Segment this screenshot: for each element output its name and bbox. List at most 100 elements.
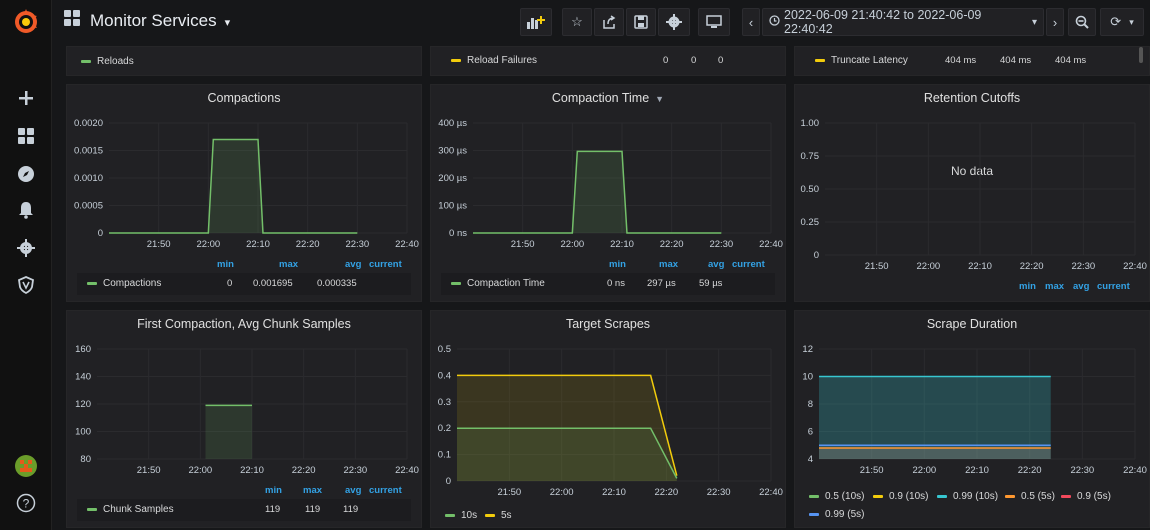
- x-tick-label: 22:40: [1123, 465, 1147, 476]
- y-tick-label: 0.4: [438, 370, 451, 381]
- legend-item[interactable]: 5s: [485, 510, 512, 521]
- panel-truncate-latency[interactable]: Truncate Latency 404 ms 404 ms 404 ms: [794, 46, 1150, 76]
- x-tick-label: 22:30: [345, 239, 369, 250]
- y-tick-label: 0.75: [801, 151, 820, 162]
- legend-item[interactable]: Reloads: [81, 56, 134, 67]
- zoom-out-icon: [1075, 15, 1089, 29]
- legend-header-max[interactable]: max: [1045, 281, 1064, 292]
- legend-item[interactable]: Truncate Latency: [815, 55, 908, 66]
- save-dashboard-button[interactable]: [626, 8, 656, 36]
- cycle-view-mode-button[interactable]: [698, 8, 730, 36]
- legend-header-avg[interactable]: avg: [1073, 281, 1089, 292]
- explore-compass-icon[interactable]: [14, 162, 38, 186]
- add-panel-icon: [527, 16, 545, 29]
- panel-target-scrapes[interactable]: Target Scrapes 0.5 0.4 0.3 0.2 0.1 0 21:50 22:0…: [430, 310, 786, 528]
- panel-compactions[interactable]: Compactions 0.0020 0.0015 0.0010 0.0005 0 21:…: [66, 84, 422, 302]
- chevron-left-icon: ‹: [748, 14, 754, 30]
- x-tick-label: 22:00: [916, 261, 940, 272]
- panel-retention-cutoffs[interactable]: Retention Cutoffs No data 1.00 0.75 0.50 0.…: [794, 84, 1150, 302]
- help-icon[interactable]: ?: [14, 491, 38, 515]
- refresh-button[interactable]: ⟳ ▾: [1100, 8, 1144, 36]
- legend-item[interactable]: 0.9 (5s): [1061, 491, 1111, 502]
- add-panel-button[interactable]: [520, 8, 552, 36]
- legend-item[interactable]: Compaction Time: [451, 278, 545, 289]
- legend-header-max[interactable]: max: [659, 259, 678, 270]
- legend-item[interactable]: Chunk Samples: [87, 504, 174, 515]
- y-tick-label: 8: [808, 399, 813, 410]
- legend-label: Reload Failures: [467, 55, 538, 66]
- legend-header-current[interactable]: current: [1097, 281, 1130, 292]
- legend-header-min[interactable]: min: [609, 259, 626, 270]
- legend-item[interactable]: Reload Failures: [451, 55, 537, 66]
- zoom-out-button[interactable]: [1068, 8, 1096, 36]
- x-tick-label: 22:00: [188, 465, 212, 476]
- x-tick-label: 22:40: [1123, 261, 1147, 272]
- panel-compaction-time[interactable]: Compaction Time ▼ 400 µs 300 µs 200 µs 100 µ…: [430, 84, 786, 302]
- legend-header-max[interactable]: max: [279, 259, 298, 270]
- y-tick-label: 100: [75, 427, 91, 438]
- legend-header-avg[interactable]: avg: [345, 485, 361, 496]
- time-back-button[interactable]: ‹: [742, 8, 760, 36]
- user-avatar[interactable]: [14, 454, 38, 478]
- configuration-gear-icon[interactable]: [14, 236, 38, 260]
- time-forward-button[interactable]: ›: [1046, 8, 1064, 36]
- share-button[interactable]: [594, 8, 624, 36]
- legend-item[interactable]: 0.99 (10s): [937, 491, 998, 502]
- y-tick-label: 12: [802, 344, 813, 355]
- x-tick-label: 22:10: [246, 239, 270, 250]
- legend-header-min[interactable]: min: [1019, 281, 1036, 292]
- legend-item[interactable]: Compactions: [87, 278, 161, 289]
- legend-item[interactable]: 0.5 (5s): [1005, 491, 1055, 502]
- panel-reload-failures[interactable]: Reload Failures 0 0 0: [430, 46, 786, 76]
- legend-header-avg[interactable]: avg: [708, 259, 724, 270]
- x-tick-label: 22:20: [1018, 465, 1042, 476]
- x-tick-label: 22:00: [560, 239, 584, 250]
- alerting-bell-icon[interactable]: [14, 198, 38, 222]
- legend-max: 404 ms: [1000, 55, 1032, 66]
- gear-icon: [666, 14, 682, 30]
- dashboard-title-text: Monitor Services: [90, 10, 217, 30]
- scrollbar[interactable]: [1139, 47, 1143, 63]
- legend-item[interactable]: 0.99 (5s): [809, 509, 864, 520]
- legend-header-current[interactable]: current: [369, 485, 402, 496]
- y-tick-label: 0: [814, 250, 819, 261]
- grafana-logo-icon[interactable]: [10, 6, 42, 38]
- x-tick-label: 22:40: [395, 239, 419, 250]
- y-tick-label: 0.0005: [74, 201, 103, 212]
- legend-header-min[interactable]: min: [217, 259, 234, 270]
- panel-scrape-duration[interactable]: Scrape Duration 12 10 8 6 4 21:50 22:00 22:10 22…: [794, 310, 1150, 528]
- dashboard-settings-button[interactable]: [658, 8, 690, 36]
- legend-avg: 0.000335: [317, 278, 357, 289]
- panel-reloads[interactable]: Reloads: [66, 46, 422, 76]
- legend-item[interactable]: 0.5 (10s): [809, 491, 864, 502]
- legend-label: Truncate Latency: [831, 55, 908, 66]
- plus-icon[interactable]: [14, 86, 38, 110]
- star-button[interactable]: ☆: [562, 8, 592, 36]
- legend-max: 119: [305, 504, 321, 515]
- x-tick-label: 22:10: [610, 239, 634, 250]
- legend-header-current[interactable]: current: [369, 259, 402, 270]
- y-tick-label: 0.50: [801, 184, 820, 195]
- x-tick-label: 22:00: [196, 239, 220, 250]
- panel-first-compaction[interactable]: First Compaction, Avg Chunk Samples 160 1…: [66, 310, 422, 528]
- legend-header-max[interactable]: max: [303, 485, 322, 496]
- legend-label: 0.9 (10s): [889, 491, 929, 502]
- y-tick-label: 0.25: [801, 217, 820, 228]
- y-tick-label: 160: [75, 344, 91, 355]
- legend-label: 0.9 (5s): [1077, 491, 1111, 502]
- dashboard-title[interactable]: Monitor Services ▾: [64, 10, 230, 31]
- x-tick-label: 22:00: [912, 465, 936, 476]
- legend-label: Compaction Time: [467, 278, 545, 289]
- dashboards-icon[interactable]: [14, 124, 38, 148]
- legend-header-current[interactable]: current: [732, 259, 765, 270]
- share-icon: [603, 15, 616, 29]
- time-range-picker[interactable]: 2022-06-09 21:40:42 to 2022-06-09 22:40:…: [762, 8, 1044, 36]
- x-tick-label: 22:30: [1070, 465, 1094, 476]
- y-tick-label: 200 µs: [438, 173, 467, 184]
- legend-min: 0: [663, 55, 669, 66]
- server-admin-shield-icon[interactable]: [14, 273, 38, 297]
- legend-header-avg[interactable]: avg: [345, 259, 361, 270]
- legend-item[interactable]: 0.9 (10s): [873, 491, 928, 502]
- legend-header-min[interactable]: min: [265, 485, 282, 496]
- legend-item[interactable]: 10s: [445, 510, 477, 521]
